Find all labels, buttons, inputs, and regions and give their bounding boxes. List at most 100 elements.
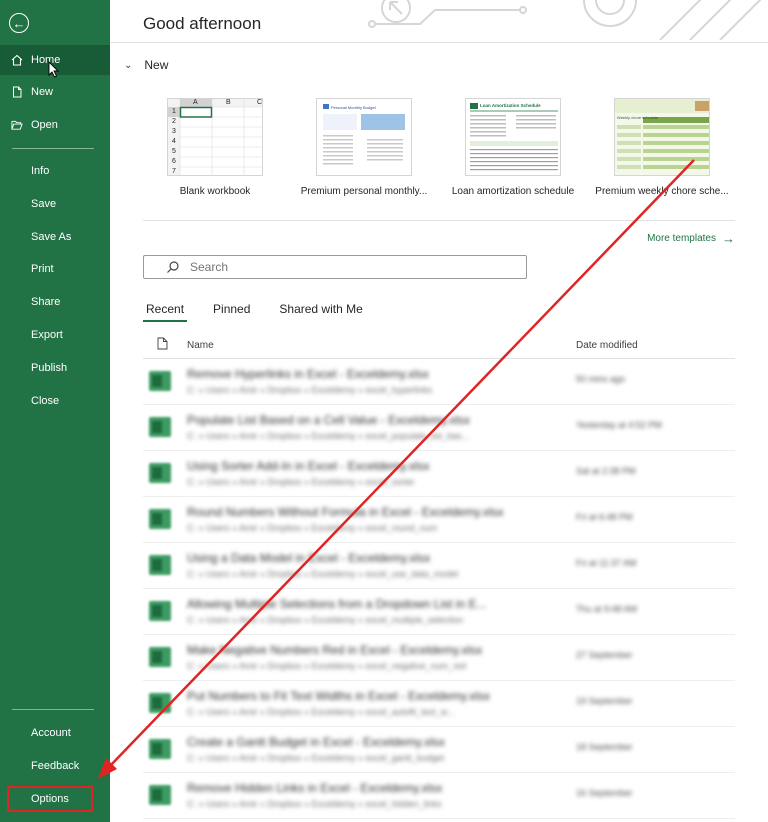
file-name: Populate List Based on a Cell Value - Ex… bbox=[187, 413, 471, 427]
file-row[interactable]: Make Negative Numbers Red in Excel - Exc… bbox=[143, 635, 735, 681]
file-date: 19 September bbox=[576, 696, 633, 706]
home-icon bbox=[11, 54, 23, 66]
template-name: Loan amortization schedule bbox=[451, 186, 575, 197]
sidebar-item-label: Save bbox=[31, 198, 57, 210]
sidebar-item-save-as[interactable]: Save As bbox=[0, 222, 110, 252]
sidebar-item-publish[interactable]: Publish bbox=[0, 353, 110, 383]
template-personal-monthly-budget[interactable]: Personal Monthly Budget Premium personal… bbox=[301, 98, 427, 197]
thumb-title: Loan Amortization Schedule bbox=[480, 103, 541, 108]
thumb-title: Personal Monthly Budget bbox=[331, 105, 376, 110]
options-highlight-box bbox=[7, 786, 93, 812]
sidebar-item-label: Info bbox=[31, 165, 50, 177]
sidebar-item-home[interactable]: Home bbox=[0, 45, 110, 75]
file-row[interactable]: Create a Gantt Budget in Excel - Excelde… bbox=[143, 727, 735, 773]
file-tabs: Recent Pinned Shared with Me bbox=[143, 300, 389, 322]
file-name: Using Sorter Add-In in Excel - Exceldemy… bbox=[187, 459, 430, 473]
search-icon bbox=[166, 260, 180, 274]
file-date: Fri at 6:48 PM bbox=[576, 512, 633, 522]
file-row[interactable]: Round Numbers Without Formula in Excel -… bbox=[143, 497, 735, 543]
circuit-decoration bbox=[368, 0, 762, 40]
new-section-title: New bbox=[144, 58, 169, 72]
back-arrow-icon[interactable]: ← bbox=[9, 13, 29, 33]
file-date: 27 September bbox=[576, 650, 633, 660]
more-templates-link[interactable]: More templates → bbox=[647, 231, 735, 246]
row-label: 2 bbox=[172, 118, 176, 125]
sidebar-item-label: Save As bbox=[31, 231, 72, 243]
file-list-header: Name Date modified bbox=[143, 333, 735, 359]
sidebar-item-new[interactable]: New bbox=[0, 77, 110, 107]
file-date: Fri at 11:37 AM bbox=[576, 558, 637, 568]
file-name: Create a Gantt Budget in Excel - Excelde… bbox=[187, 735, 445, 749]
excel-file-icon bbox=[149, 463, 171, 483]
sidebar-item-account[interactable]: Account bbox=[0, 718, 110, 748]
file-name: Remove Hyperlinks in Excel - Exceldemy.x… bbox=[187, 367, 429, 381]
header-divider bbox=[110, 42, 768, 43]
file-path: C: » Users » Amir » Dropbox » Exceldemy … bbox=[187, 753, 445, 763]
sidebar-item-label: Open bbox=[31, 119, 58, 131]
template-thumbnail: Personal Monthly Budget bbox=[316, 98, 412, 176]
file-path: C: » Users » Amir » Dropbox » Exceldemy … bbox=[187, 569, 459, 579]
thumb-title: Weekly chore schedule bbox=[617, 115, 659, 120]
sidebar-item-feedback[interactable]: Feedback bbox=[0, 751, 110, 781]
row-label: 6 bbox=[172, 158, 176, 165]
file-name: Make Negative Numbers Red in Excel - Exc… bbox=[187, 643, 483, 657]
sidebar-item-label: Publish bbox=[31, 362, 68, 374]
file-path: C: » Users » Amir » Dropbox » Exceldemy … bbox=[187, 615, 464, 625]
template-name: Premium weekly chore sche... bbox=[595, 186, 729, 197]
excel-file-icon bbox=[149, 417, 171, 437]
file-date: Yesterday at 4:52 PM bbox=[576, 420, 662, 430]
column-label: B bbox=[226, 99, 231, 106]
file-date: Sat at 2:38 PM bbox=[576, 466, 636, 476]
sidebar-item-label: Print bbox=[31, 263, 54, 275]
file-date: 16 September bbox=[576, 788, 633, 798]
sidebar-item-label: New bbox=[31, 86, 54, 98]
sidebar-item-export[interactable]: Export bbox=[0, 320, 110, 350]
file-date: 50 mins ago bbox=[576, 374, 626, 384]
file-path: C: » Users » Amir » Dropbox » Exceldemy … bbox=[187, 799, 442, 809]
template-thumbnail: Weekly chore schedule bbox=[614, 98, 710, 176]
file-row[interactable]: Remove Hyperlinks in Excel - Exceldemy.x… bbox=[143, 359, 735, 405]
excel-file-icon bbox=[149, 601, 171, 621]
sidebar-item-label: Home bbox=[31, 54, 61, 66]
sidebar-item-label: Feedback bbox=[31, 760, 80, 772]
template-blank-workbook[interactable]: A B C 1 2 3 4 5 6 7 Blank workbook bbox=[163, 98, 267, 197]
sidebar-divider bbox=[12, 148, 94, 149]
search-input[interactable] bbox=[190, 260, 490, 274]
sidebar-item-share[interactable]: Share bbox=[0, 287, 110, 317]
file-row[interactable]: Populate List Based on a Cell Value - Ex… bbox=[143, 405, 735, 451]
template-name: Blank workbook bbox=[179, 186, 251, 197]
new-section-toggle[interactable]: ⌄ New bbox=[124, 58, 168, 72]
file-row[interactable]: Remove Hidden Links in Excel - Exceldemy… bbox=[143, 773, 735, 819]
tab-shared-with-me[interactable]: Shared with Me bbox=[276, 300, 365, 322]
document-icon bbox=[157, 337, 168, 353]
sidebar-item-save[interactable]: Save bbox=[0, 189, 110, 219]
tab-pinned[interactable]: Pinned bbox=[210, 300, 253, 322]
column-header-date[interactable]: Date modified bbox=[576, 340, 638, 351]
template-weekly-chore-schedule[interactable]: Weekly chore schedule Premium weekly cho… bbox=[595, 98, 729, 197]
file-row[interactable]: Put Numbers to Fit Text Widths in Excel … bbox=[143, 681, 735, 727]
template-thumbnail: A B C 1 2 3 4 5 6 7 bbox=[167, 98, 263, 176]
template-loan-amortization[interactable]: Loan Amortization Schedule Loan amortiza… bbox=[452, 98, 574, 197]
file-row[interactable]: Using Sorter Add-In in Excel - Exceldemy… bbox=[143, 451, 735, 497]
sidebar-divider bbox=[12, 709, 94, 710]
search-box[interactable] bbox=[143, 255, 527, 279]
sidebar-item-label: Close bbox=[31, 395, 60, 407]
file-name: Allowing Multiple Selections from a Drop… bbox=[187, 597, 487, 611]
file-row[interactable]: Allowing Multiple Selections from a Drop… bbox=[143, 589, 735, 635]
sidebar-item-print[interactable]: Print bbox=[0, 254, 110, 284]
file-path: C: » Users » Amir » Dropbox » Exceldemy … bbox=[187, 707, 455, 717]
arrow-right-icon: → bbox=[722, 231, 735, 246]
column-header-name[interactable]: Name bbox=[187, 340, 214, 351]
folder-open-icon bbox=[11, 119, 23, 131]
tab-recent[interactable]: Recent bbox=[143, 300, 188, 322]
row-label: 5 bbox=[172, 148, 176, 155]
file-name: Round Numbers Without Formula in Excel -… bbox=[187, 505, 504, 519]
greeting-heading: Good afternoon bbox=[143, 14, 262, 33]
file-path: C: » Users » Amir » Dropbox » Exceldemy … bbox=[187, 385, 433, 395]
sidebar-item-open[interactable]: Open bbox=[0, 110, 110, 140]
sidebar-item-close[interactable]: Close bbox=[0, 386, 110, 416]
file-row[interactable]: Using a Data Model in Excel - Exceldemy.… bbox=[143, 543, 735, 589]
sidebar-item-info[interactable]: Info bbox=[0, 156, 110, 186]
column-label: C bbox=[257, 99, 263, 106]
excel-file-icon bbox=[149, 647, 171, 667]
